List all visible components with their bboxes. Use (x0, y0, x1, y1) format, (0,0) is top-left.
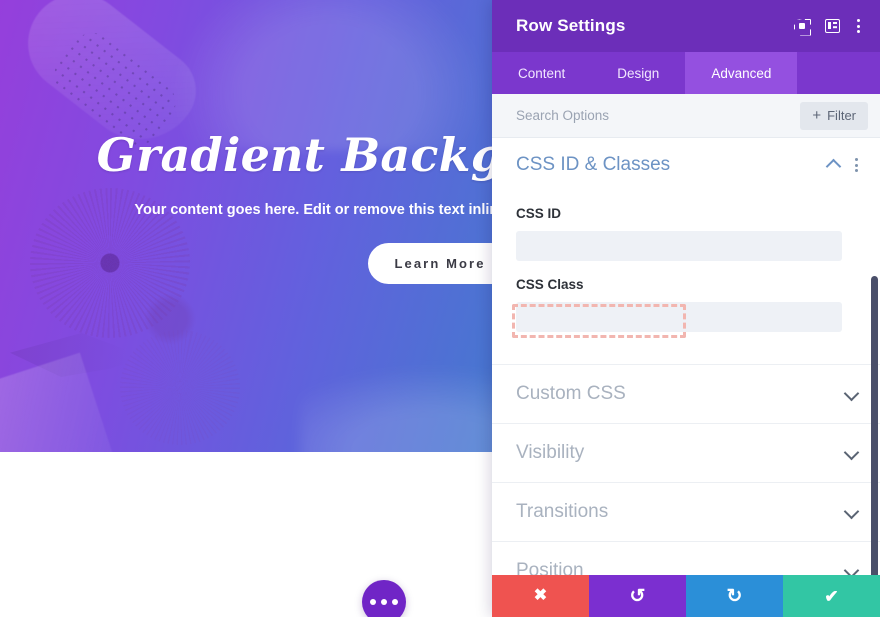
redo-button[interactable]: ↻ (686, 575, 783, 617)
panel-scrollbar[interactable] (871, 276, 878, 575)
more-options-fab[interactable] (362, 580, 406, 617)
tab-content[interactable]: Content (492, 52, 591, 94)
chevron-down-icon-custom-css[interactable] (845, 388, 858, 401)
section-title-visibility: Visibility (516, 442, 585, 463)
fab-dot-3 (392, 599, 398, 605)
undo-icon: ↺ (629, 585, 646, 607)
checkmark-icon: ✔ (824, 586, 839, 606)
chevron-down-icon-transitions[interactable] (845, 506, 858, 519)
learn-more-button[interactable]: Learn More (368, 243, 512, 284)
section-title-css-id-classes: CSS ID & Classes (516, 154, 671, 175)
fab-dot-1 (370, 599, 376, 605)
kebab-menu-icon[interactable] (856, 18, 860, 34)
section-title-custom-css: Custom CSS (516, 383, 626, 404)
layout-panel-icon[interactable] (825, 19, 840, 33)
section-header-visibility[interactable]: Visibility (492, 423, 880, 482)
label-css-class: CSS Class (516, 277, 584, 292)
filter-button[interactable]: + Filter (800, 101, 868, 130)
save-button[interactable]: ✔ (783, 575, 880, 617)
section-header-position[interactable]: Position (492, 541, 880, 575)
close-icon: ✖ (533, 587, 548, 604)
section-title-transitions: Transitions (516, 501, 609, 522)
label-css-id: CSS ID (516, 206, 562, 221)
section-css-id-classes: CSS ID & Classes CSS ID CSS Class (492, 138, 880, 338)
focus-target-icon[interactable] (794, 19, 809, 34)
section-header-transitions[interactable]: Transitions (492, 482, 880, 541)
search-input[interactable] (516, 108, 801, 123)
undo-button[interactable]: ↺ (589, 575, 686, 617)
tab-design[interactable]: Design (591, 52, 685, 94)
section-header-custom-css[interactable]: Custom CSS (492, 364, 880, 423)
section-title-position: Position (516, 560, 584, 575)
search-bar: + Filter (492, 94, 880, 138)
panel-body: CSS ID & Classes CSS ID CSS Class Custom… (492, 138, 880, 575)
row-settings-panel: Row Settings Content Design Advanced + F… (492, 0, 880, 617)
fab-dot-2 (381, 599, 387, 605)
redo-icon: ↻ (726, 585, 743, 607)
plus-icon: + (812, 107, 822, 124)
panel-tabs: Content Design Advanced (492, 52, 880, 94)
cancel-button[interactable]: ✖ (492, 575, 589, 617)
css-class-input[interactable] (516, 302, 842, 332)
css-id-input[interactable] (516, 231, 842, 261)
section-header-css-id-classes[interactable]: CSS ID & Classes (492, 138, 880, 192)
filter-button-label: Filter (827, 108, 856, 123)
chevron-down-icon-position[interactable] (845, 565, 858, 576)
panel-header-icons (794, 18, 860, 34)
field-css-id: CSS ID (492, 206, 880, 261)
panel-footer: ✖ ↺ ↻ ✔ (492, 575, 880, 617)
chevron-down-icon-visibility[interactable] (845, 447, 858, 460)
chevron-up-icon[interactable] (827, 159, 840, 172)
section-kebab-icon[interactable] (854, 157, 858, 173)
panel-title: Row Settings (516, 16, 626, 35)
app-root: Gradient Background Row Your content goe… (0, 0, 880, 617)
tab-advanced[interactable]: Advanced (685, 52, 798, 94)
panel-header: Row Settings (492, 0, 880, 52)
field-css-class: CSS Class (492, 277, 880, 338)
